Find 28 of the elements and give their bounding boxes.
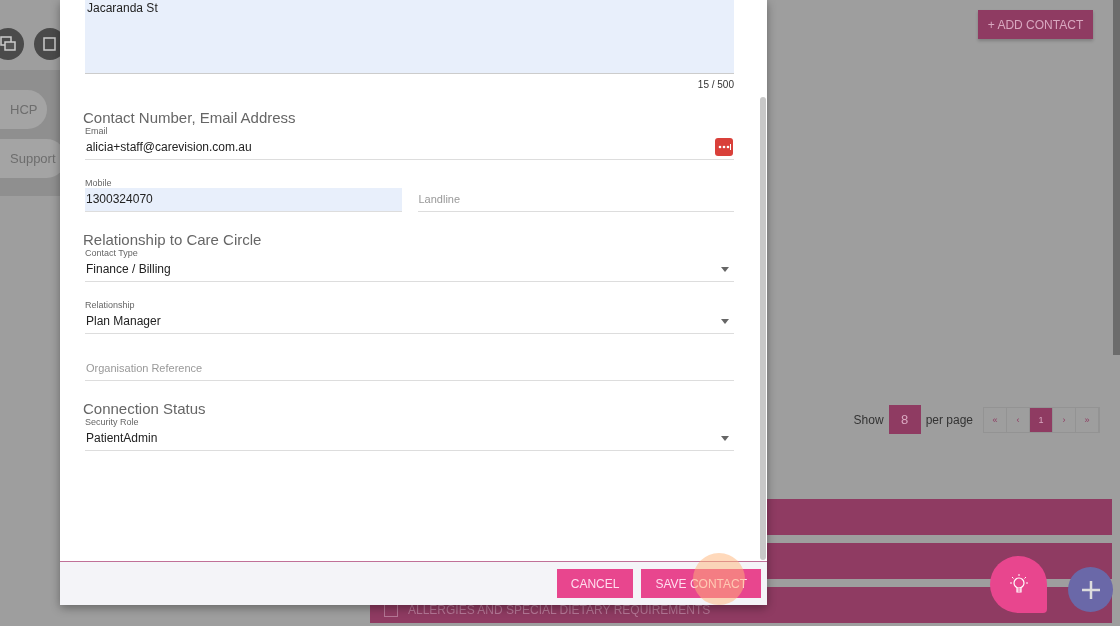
password-manager-icon[interactable] [715,138,733,156]
page-button[interactable]: 1 [1030,407,1053,432]
chat-icon[interactable] [0,28,24,60]
cancel-button[interactable]: CANCEL [556,569,634,598]
caret-icon [721,266,729,272]
save-contact-button[interactable]: SAVE CONTACT [641,569,761,598]
per-page-field[interactable]: 8 [888,405,921,434]
page-scrollbar[interactable] [1113,0,1120,355]
address-field[interactable]: Jacaranda St [85,0,734,74]
dropdown-field[interactable]: Contact Type Finance / Billing [85,248,734,282]
input-field[interactable]: Email alicia+staff@carevision.com.au [85,126,734,160]
dropdown-field[interactable]: Relationship Plan Manager [85,300,734,334]
show-label: Show [853,412,884,427]
caret-icon [721,318,729,324]
section-heading: Contact Number, Email Address [83,109,297,126]
character-counter: 15 / 500 [696,79,734,90]
dropdown-field[interactable]: Security Role PatientAdmin [85,417,734,451]
lightbulb-icon [1008,573,1029,596]
input-field[interactable]: Landline [417,178,734,212]
dialog-scrollbar[interactable] [760,97,766,560]
section-title: ALLERGIES AND SPECIAL DIETARY REQUIREMENTS [408,603,711,617]
caret-icon [721,435,729,441]
add-contact-button[interactable]: + ADD CONTACT [978,10,1093,39]
per-page-label: per page [925,412,973,427]
plus-icon [1080,579,1101,600]
section-heading: Relationship to Care Circle [83,231,263,248]
input-field[interactable]: Organisation Reference [85,352,734,381]
section-heading: Connection Status [83,400,207,417]
